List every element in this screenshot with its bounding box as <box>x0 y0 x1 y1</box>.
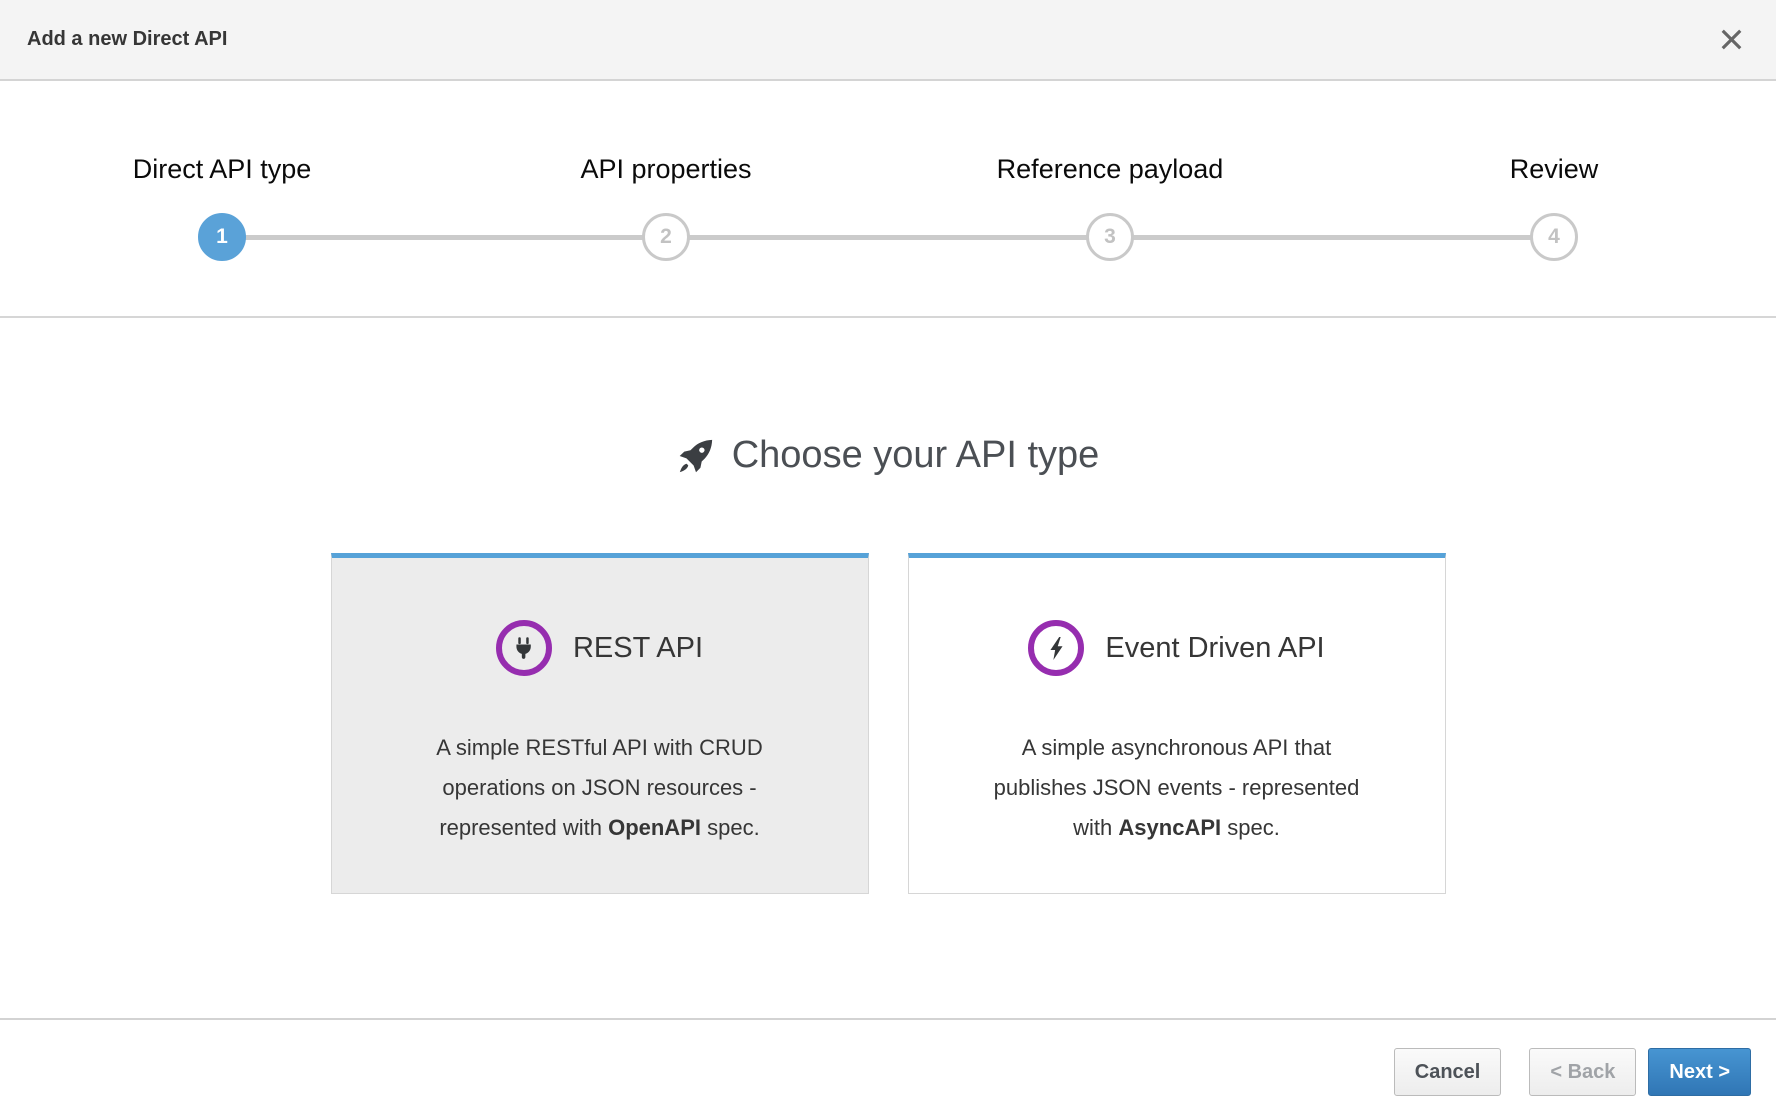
close-button[interactable] <box>1714 22 1749 57</box>
desc-text: spec. <box>1221 815 1280 840</box>
wizard-step-direct-api-type[interactable]: Direct API type 1 <box>0 149 444 316</box>
desc-spec-name: AsyncAPI <box>1118 815 1221 840</box>
step-label: API properties <box>580 149 751 189</box>
desc-text: spec. <box>701 815 760 840</box>
step-number: 2 <box>660 225 672 249</box>
modal-header: Add a new Direct API <box>0 0 1776 81</box>
close-icon <box>1718 26 1745 53</box>
desc-spec-name: OpenAPI <box>608 815 701 840</box>
modal-footer: Cancel < Back Next > <box>0 1018 1776 1120</box>
modal-title: Add a new Direct API <box>27 28 227 51</box>
event-driven-api-icon-ring <box>1028 620 1084 676</box>
step-circle-2: 2 <box>642 213 690 261</box>
event-driven-api-card-description: A simple asynchronous API that publishes… <box>973 728 1381 848</box>
step-number: 3 <box>1104 225 1116 249</box>
step-label: Direct API type <box>133 149 312 189</box>
wizard-step-review[interactable]: Review 4 <box>1332 149 1776 316</box>
wizard-step-reference-payload[interactable]: Reference payload 3 <box>888 149 1332 316</box>
plug-icon <box>511 636 536 661</box>
cancel-button[interactable]: Cancel <box>1394 1048 1502 1096</box>
event-driven-api-card-title: Event Driven API <box>1105 632 1324 665</box>
wizard-step-content: Choose your API type REST API A simple R… <box>0 318 1776 1018</box>
step-circle-1: 1 <box>198 213 246 261</box>
rest-api-icon-ring <box>496 620 552 676</box>
content-heading: Choose your API type <box>0 434 1776 477</box>
rest-api-card[interactable]: REST API A simple RESTful API with CRUD … <box>331 553 869 894</box>
bolt-icon <box>1044 636 1069 661</box>
content-heading-text: Choose your API type <box>732 434 1100 477</box>
step-number: 4 <box>1548 225 1560 249</box>
next-button[interactable]: Next > <box>1648 1048 1751 1096</box>
api-type-cards: REST API A simple RESTful API with CRUD … <box>0 553 1776 894</box>
rocket-icon <box>677 437 715 475</box>
step-label: Reference payload <box>997 149 1224 189</box>
rest-api-card-head: REST API <box>332 620 868 676</box>
event-driven-api-card[interactable]: Event Driven API A simple asynchronous A… <box>908 553 1446 894</box>
event-driven-api-card-head: Event Driven API <box>909 620 1445 676</box>
rest-api-card-title: REST API <box>573 632 703 665</box>
step-circle-4: 4 <box>1530 213 1578 261</box>
step-circle-3: 3 <box>1086 213 1134 261</box>
add-direct-api-modal: Add a new Direct API Direct API type 1 A… <box>0 0 1776 1120</box>
wizard-step-api-properties[interactable]: API properties 2 <box>444 149 888 316</box>
back-button[interactable]: < Back <box>1529 1048 1636 1096</box>
rest-api-card-description: A simple RESTful API with CRUD operation… <box>396 728 804 848</box>
step-label: Review <box>1510 149 1599 189</box>
wizard-stepper: Direct API type 1 API properties 2 Refer… <box>0 81 1776 318</box>
step-number: 1 <box>216 225 228 249</box>
